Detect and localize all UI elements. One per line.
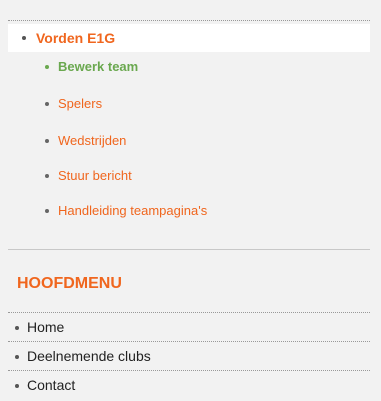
section-divider: [8, 249, 370, 250]
sidebar-panel: Vorden E1G Bewerk team Spelers Wedstrijd…: [0, 0, 381, 401]
bullet-icon: [15, 384, 19, 388]
bullet-icon: [15, 355, 19, 359]
bullet-icon: [45, 139, 49, 143]
main-menu-item-clubs[interactable]: Deelnemende clubs: [8, 341, 370, 370]
main-menu-item-home[interactable]: Home: [8, 312, 370, 341]
submenu-link-stuur-bericht[interactable]: Stuur bericht: [58, 168, 132, 183]
submenu-item-bewerk-team[interactable]: Bewerk team: [0, 52, 381, 82]
bullet-icon: [45, 65, 49, 69]
top-dotted-divider: [8, 20, 370, 21]
bullet-icon: [45, 102, 49, 106]
main-menu-title: HOOFDMENU: [17, 275, 122, 292]
bullet-icon: [15, 326, 19, 330]
submenu-link-bewerk-team[interactable]: Bewerk team: [58, 59, 138, 74]
bullet-icon: [45, 209, 49, 213]
submenu-item-stuur-bericht[interactable]: Stuur bericht: [0, 161, 381, 191]
submenu-link-handleiding[interactable]: Handleiding teampagina's: [58, 203, 207, 218]
main-menu-link-contact[interactable]: Contact: [27, 377, 75, 393]
team-menu-item[interactable]: Vorden E1G: [8, 24, 370, 52]
submenu-link-wedstrijden[interactable]: Wedstrijden: [58, 133, 126, 148]
bullet-icon: [45, 174, 49, 178]
bullet-icon: [22, 36, 26, 40]
main-menu-link-home[interactable]: Home: [27, 319, 64, 335]
main-menu-item-contact[interactable]: Contact: [8, 370, 370, 399]
submenu-item-spelers[interactable]: Spelers: [0, 89, 381, 119]
submenu-item-handleiding[interactable]: Handleiding teampagina's: [0, 196, 381, 226]
main-menu-link-clubs[interactable]: Deelnemende clubs: [27, 348, 151, 364]
submenu-link-spelers[interactable]: Spelers: [58, 96, 102, 111]
submenu-item-wedstrijden[interactable]: Wedstrijden: [0, 126, 381, 156]
team-name-link[interactable]: Vorden E1G: [36, 30, 115, 46]
